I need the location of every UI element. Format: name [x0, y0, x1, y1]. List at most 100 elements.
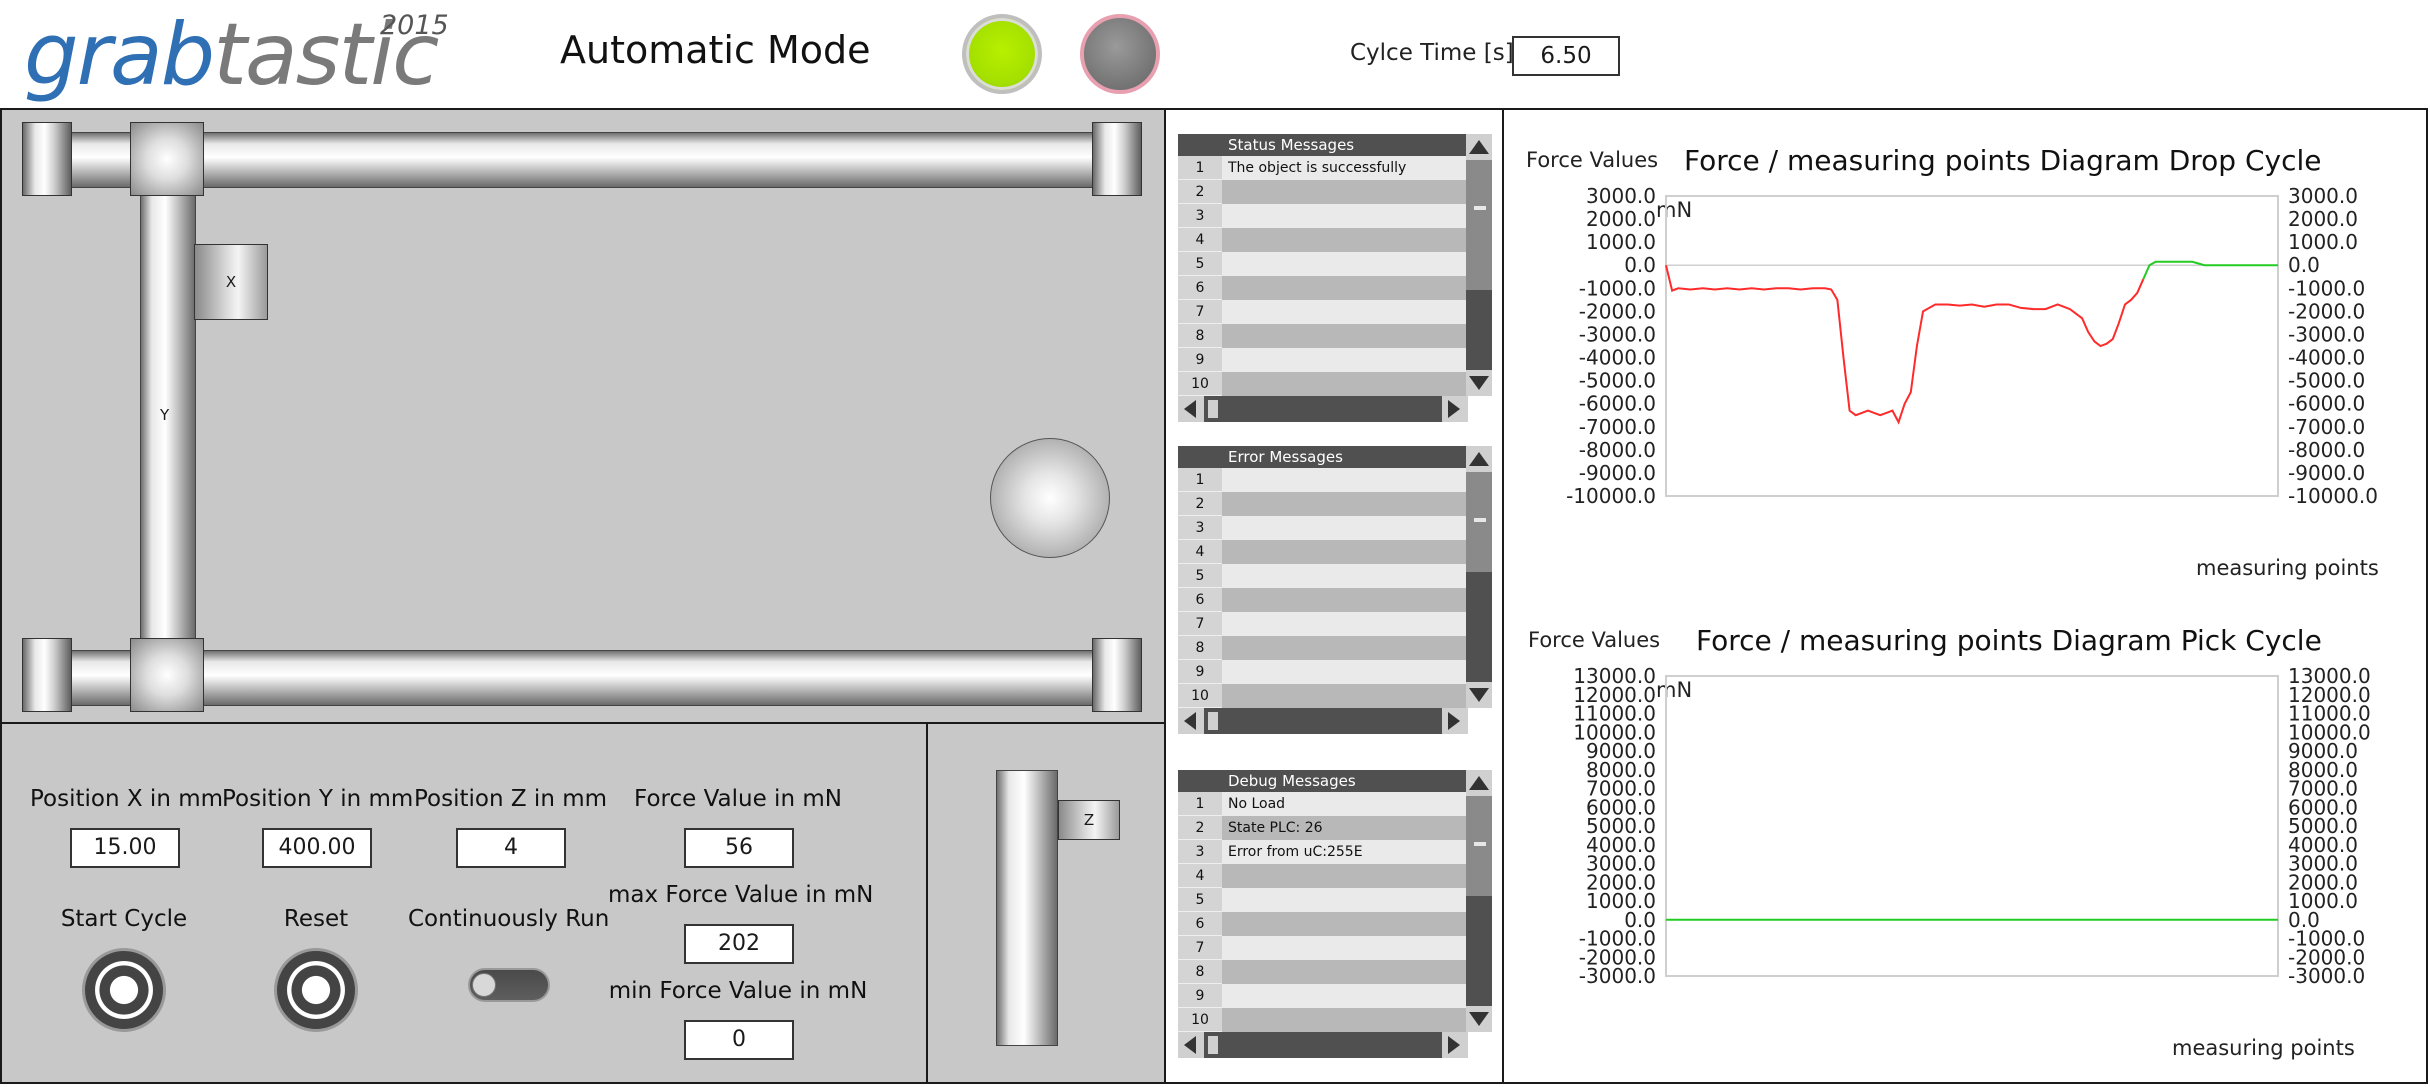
list-item[interactable]: 6 [1178, 276, 1468, 300]
max-force-field: 202 [684, 924, 794, 964]
position-y-field: 400.00 [262, 828, 372, 868]
list-item-number: 9 [1178, 984, 1222, 1008]
list-item-number: 3 [1178, 204, 1222, 228]
list-item-number: 10 [1178, 1008, 1222, 1032]
list-item[interactable]: 7 [1178, 612, 1468, 636]
list-item[interactable]: 5 [1178, 252, 1468, 276]
y-tick-label-left: -8000.0 [1579, 438, 1656, 462]
scroll-down-icon[interactable] [1469, 1012, 1489, 1026]
y-tick-label-right: -5000.0 [2288, 369, 2365, 393]
list-item[interactable]: 8 [1178, 324, 1468, 348]
min-force-label: min Force Value in mN [608, 978, 868, 1004]
scroll-thumb[interactable] [1466, 796, 1492, 896]
list-item[interactable]: 4 [1178, 864, 1468, 888]
list-item[interactable]: 2 State PLC: 26 [1178, 816, 1468, 840]
scroll-left-icon[interactable] [1184, 1036, 1196, 1054]
list-item[interactable]: 8 [1178, 636, 1468, 660]
status-messages-list[interactable]: Status Messages 1 The object is successfu… [1178, 134, 1468, 396]
list-item[interactable]: 10 [1178, 1008, 1468, 1032]
plot-frame [1665, 675, 2279, 977]
list-item[interactable]: 4 [1178, 540, 1468, 564]
list-item-text [1222, 540, 1468, 564]
scroll-up-icon[interactable] [1469, 452, 1489, 466]
list-item[interactable]: 1 No Load [1178, 792, 1468, 816]
list-item-number: 2 [1178, 180, 1222, 204]
list-item-number: 7 [1178, 612, 1222, 636]
list-item-text [1222, 936, 1468, 960]
rail-endcap [1092, 122, 1142, 196]
list-item-text [1222, 372, 1468, 396]
list-item-number: 6 [1178, 912, 1222, 936]
list-item[interactable]: 6 [1178, 912, 1468, 936]
list-item-text [1222, 684, 1468, 708]
x-rail-top [46, 132, 1116, 188]
list-item-text [1222, 864, 1468, 888]
debug-vertical-scrollbar[interactable] [1466, 770, 1492, 1032]
scroll-thumb[interactable] [1466, 160, 1492, 290]
position-x-label: Position X in mm [30, 786, 224, 812]
list-item-number: 9 [1178, 660, 1222, 684]
list-item[interactable]: 6 [1178, 588, 1468, 612]
list-item[interactable]: 7 [1178, 936, 1468, 960]
start-cycle-label: Start Cycle [60, 906, 188, 932]
list-item-number: 10 [1178, 684, 1222, 708]
scroll-thumb[interactable] [1466, 472, 1492, 572]
scroll-down-icon[interactable] [1469, 376, 1489, 390]
scroll-right-icon[interactable] [1448, 400, 1460, 418]
list-header-number [1178, 446, 1222, 468]
scroll-up-icon[interactable] [1469, 776, 1489, 790]
logo: grabtastic [24, 0, 439, 110]
force-value-label: Force Value in mN [634, 786, 842, 812]
list-item[interactable]: 2 [1178, 492, 1468, 516]
status-horizontal-scrollbar[interactable] [1178, 396, 1468, 422]
y-tick-label-right: -4000.0 [2288, 346, 2365, 370]
scroll-down-icon[interactable] [1469, 688, 1489, 702]
list-item[interactable]: 9 [1178, 348, 1468, 372]
list-item[interactable]: 7 [1178, 300, 1468, 324]
list-item-text [1222, 300, 1468, 324]
scroll-up-icon[interactable] [1469, 140, 1489, 154]
list-item-number: 2 [1178, 492, 1222, 516]
list-item[interactable]: 9 [1178, 660, 1468, 684]
list-item[interactable]: 4 [1178, 228, 1468, 252]
list-item[interactable]: 1 [1178, 468, 1468, 492]
list-item-number: 6 [1178, 276, 1222, 300]
list-item-text [1222, 516, 1468, 540]
list-item[interactable]: 3 [1178, 516, 1468, 540]
y-tick-label-left: 3000.0 [1586, 184, 1656, 208]
list-item[interactable]: 9 [1178, 984, 1468, 1008]
error-vertical-scrollbar[interactable] [1466, 446, 1492, 708]
list-item[interactable]: 8 [1178, 960, 1468, 984]
list-item[interactable]: 5 [1178, 888, 1468, 912]
list-item-number: 5 [1178, 252, 1222, 276]
debug-horizontal-scrollbar[interactable] [1178, 1032, 1468, 1058]
list-item[interactable]: 10 [1178, 372, 1468, 396]
list-item[interactable]: 3 [1178, 204, 1468, 228]
debug-messages-list[interactable]: Debug Messages 1 No Load 2 State PLC: 26 3 Er… [1178, 770, 1468, 1032]
reset-button[interactable] [274, 948, 358, 1032]
list-item-text: Error from uC:255E [1222, 840, 1468, 864]
y-tick-label-left: -9000.0 [1579, 461, 1656, 485]
force-value-field: 56 [684, 828, 794, 868]
error-horizontal-scrollbar[interactable] [1178, 708, 1468, 734]
y-tick-label-left: -7000.0 [1579, 415, 1656, 439]
list-item[interactable]: 3 Error from uC:255E [1178, 840, 1468, 864]
y-carriage-bottom [130, 638, 204, 712]
y-tick-label-left: -3000.0 [1579, 964, 1656, 988]
error-messages-list[interactable]: Error Messages 1 2 3 4 5 6 7 8 9 10 [1178, 446, 1468, 708]
y-tick-label-right: -10000.0 [2288, 484, 2378, 508]
list-item-text: The object is successfully dropped [1222, 156, 1468, 200]
status-vertical-scrollbar[interactable] [1466, 134, 1492, 396]
scroll-right-icon[interactable] [1448, 712, 1460, 730]
list-item[interactable]: 1The object is successfully dropped [1178, 156, 1468, 200]
scroll-left-icon[interactable] [1184, 400, 1196, 418]
scroll-right-icon[interactable] [1448, 1036, 1460, 1054]
list-item[interactable]: 2 [1178, 180, 1468, 204]
scroll-left-icon[interactable] [1184, 712, 1196, 730]
list-item-number: 9 [1178, 348, 1222, 372]
y-axis-label: Y [160, 406, 170, 424]
list-item[interactable]: 5 [1178, 564, 1468, 588]
toggle-knob[interactable] [472, 973, 496, 997]
list-item[interactable]: 10 [1178, 684, 1468, 708]
start-cycle-button[interactable] [82, 948, 166, 1032]
